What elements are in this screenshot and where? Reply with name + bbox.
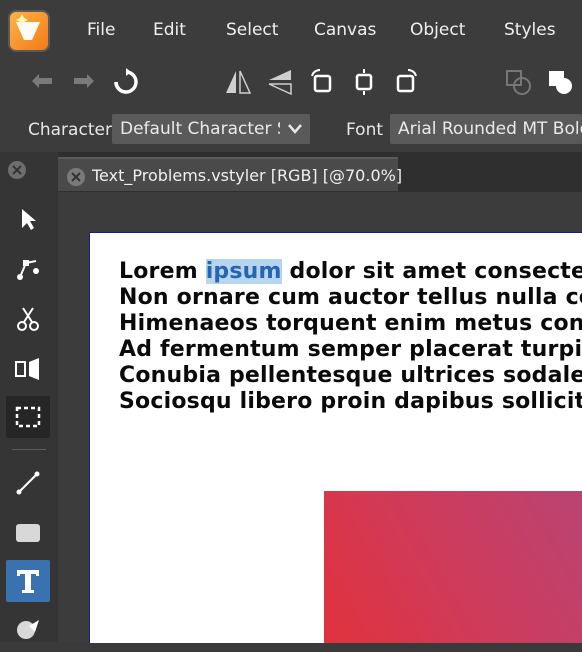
character-style-value: Default Character St <box>120 119 295 139</box>
marquee-select-icon[interactable] <box>6 396 50 438</box>
text-line: Sociosqu libero proin dapibus sollicitud… <box>119 389 582 414</box>
rectangle-tool-icon[interactable] <box>6 512 50 554</box>
text-selection[interactable]: ipsum <box>205 259 282 284</box>
select-arrow-icon[interactable] <box>6 198 50 240</box>
text-tool-icon[interactable] <box>6 560 50 602</box>
refresh-icon[interactable] <box>106 62 146 102</box>
document-tab[interactable]: Text_Problems.vstyler [RGB] [@70.0%] <box>58 157 402 191</box>
text-line: Conubia pellentesque ultrices sodales <box>119 363 582 388</box>
shape-fill-icon[interactable] <box>540 62 580 102</box>
menu-object[interactable]: Object <box>410 20 465 40</box>
text-line: Himenaeos torquent enim metus consectetu… <box>119 311 582 336</box>
menu-bar: File Edit Select Canvas Object Styles <box>0 0 582 62</box>
font-dropdown[interactable]: Arial Rounded MT Bold <box>390 114 582 144</box>
document-tab-title: Text_Problems.vstyler [RGB] [@70.0%] <box>92 166 403 185</box>
text-line: Ad fermentum semper placerat turpis <box>119 337 582 362</box>
tools-divider <box>12 449 46 450</box>
shape-builder-icon[interactable] <box>6 610 50 652</box>
boolean-union-icon[interactable] <box>498 62 538 102</box>
redo-icon[interactable] <box>64 62 104 102</box>
menu-styles[interactable]: Styles <box>504 20 556 40</box>
rotate-right-icon[interactable] <box>386 62 426 102</box>
rotate-both-icon[interactable] <box>344 62 384 102</box>
font-value: Arial Rounded MT Bold <box>398 119 582 139</box>
text-frame[interactable]: Lorem ipsum dolor sit amet consectetur N… <box>119 259 582 415</box>
flip-horizontal-icon[interactable] <box>218 62 258 102</box>
chevron-down-icon <box>280 114 310 144</box>
menu-file[interactable]: File <box>87 20 115 40</box>
app-logo[interactable] <box>8 10 50 52</box>
tab-close-icon[interactable] <box>67 168 85 186</box>
menu-edit[interactable]: Edit <box>153 20 186 40</box>
line-tool-icon[interactable] <box>6 462 50 504</box>
menu-canvas[interactable]: Canvas <box>314 20 376 40</box>
flip-vertical-icon[interactable] <box>260 62 300 102</box>
font-label: Font <box>346 120 384 140</box>
tools-panel <box>0 152 59 642</box>
menu-select[interactable]: Select <box>226 20 278 40</box>
document-page[interactable]: Lorem ipsum dolor sit amet consectetur N… <box>89 232 582 643</box>
document-area: Text_Problems.vstyler [RGB] [@70.0%] Lor… <box>58 152 582 643</box>
rotate-left-icon[interactable] <box>302 62 342 102</box>
transform-icon[interactable] <box>6 348 50 390</box>
undo-icon[interactable] <box>22 62 62 102</box>
character-label: Character <box>28 120 112 140</box>
character-style-dropdown[interactable]: Default Character St <box>112 114 310 144</box>
toolbar <box>0 62 582 108</box>
node-edit-icon[interactable] <box>6 248 50 290</box>
text-line: Lorem ipsum dolor sit amet consectetur <box>119 259 582 284</box>
context-toolbar: Character Default Character St Font Aria… <box>0 108 582 152</box>
gradient-rectangle[interactable] <box>324 491 582 643</box>
panel-close-icon[interactable] <box>8 161 26 179</box>
scissors-icon[interactable] <box>6 298 50 340</box>
text-line: Non ornare cum auctor tellus nulla congu… <box>119 285 582 310</box>
